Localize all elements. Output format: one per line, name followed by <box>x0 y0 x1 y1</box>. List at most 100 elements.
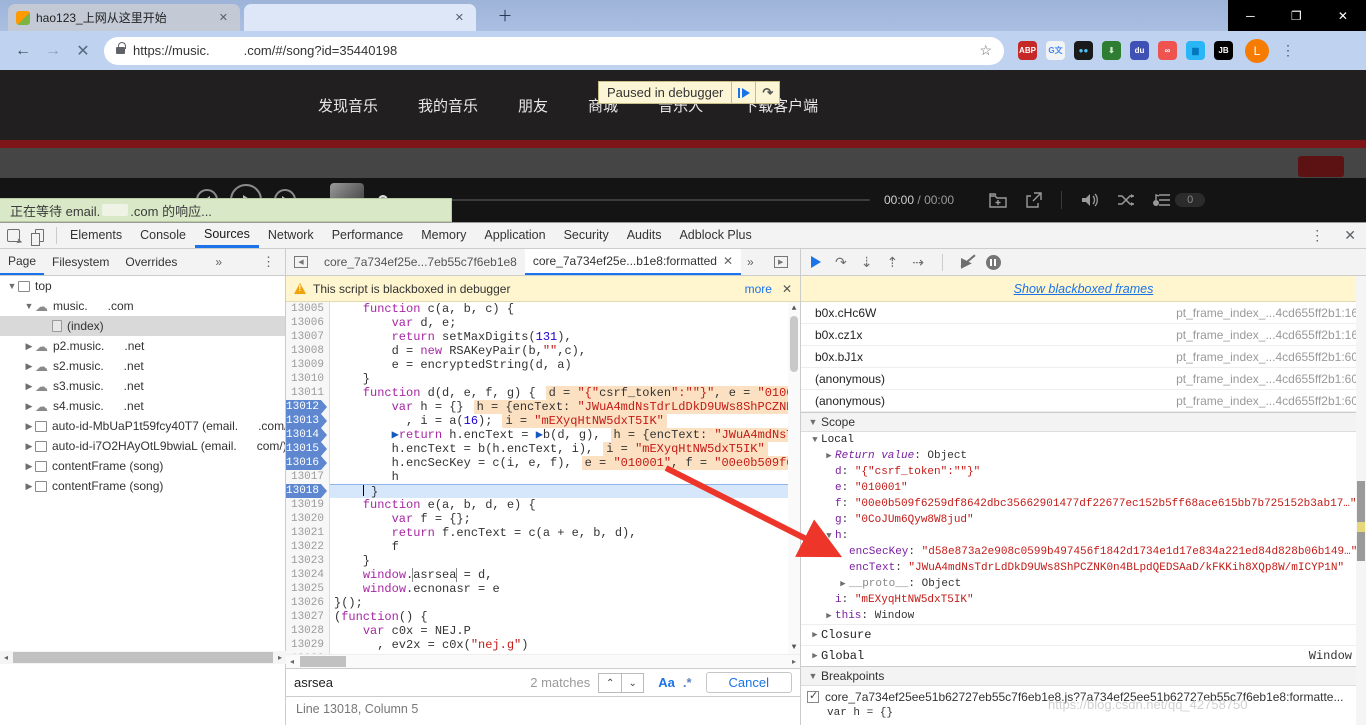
tree-item[interactable]: ▶auto-id-MbUaP1t59fcy40T7 (email. .com/ <box>0 416 285 436</box>
line-number[interactable]: 13009 <box>286 358 330 372</box>
browser-tab-hao123[interactable]: hao123_上网从这里开始 ✕ <box>8 4 240 31</box>
tree-item[interactable]: ▶auto-id-i7O2HAyOtL9bwiaL (email. com/) <box>0 436 285 456</box>
site-nav-item[interactable]: 发现音乐 <box>318 95 378 116</box>
line-number[interactable]: 13010 <box>286 372 330 386</box>
tree-item[interactable]: ▶☁s2.music. .net <box>0 356 285 376</box>
editor-tab-source[interactable]: core_7a734ef25e...7eb55c7f6eb1e8 <box>316 249 525 275</box>
line-number[interactable]: 13020 <box>286 512 330 526</box>
panel-tab-memory[interactable]: Memory <box>412 223 475 248</box>
line-number[interactable]: 13029 <box>286 638 330 652</box>
panel-tab-adblock-plus[interactable]: Adblock Plus <box>670 223 760 248</box>
panel-tab-audits[interactable]: Audits <box>618 223 671 248</box>
step-out-button[interactable]: ⇡ <box>886 254 898 271</box>
more-tabs-icon[interactable]: » <box>741 255 760 269</box>
stack-frame[interactable]: (anonymous)pt_frame_index_...4cd655ff2b1… <box>801 368 1366 390</box>
editor-hscrollbar[interactable]: ◂ ▸ <box>286 654 800 668</box>
navigator-menu-icon[interactable]: ⋮ <box>252 254 285 270</box>
show-panel-icon[interactable]: ▶ <box>774 256 788 268</box>
scroll-left-icon[interactable]: ◂ <box>0 653 12 662</box>
scroll-right-icon[interactable]: ▸ <box>274 653 286 662</box>
scope-row-e[interactable]: e: "010001" <box>801 480 1366 496</box>
code-line-13022[interactable]: 13022 f <box>286 540 800 554</box>
code-line-13010[interactable]: 13010 } <box>286 372 800 386</box>
scope-row-d[interactable]: d: "{"csrf_token":""}" <box>801 464 1366 480</box>
tree-item[interactable]: ▶contentFrame (song) <box>0 456 285 476</box>
minimize-icon[interactable]: ─ <box>1246 9 1255 23</box>
scrollbar-thumb[interactable] <box>13 652 273 663</box>
back-button[interactable]: ← <box>8 42 38 60</box>
code-line-13020[interactable]: 13020 var f = {}; <box>286 512 800 526</box>
forward-button[interactable]: → <box>38 42 68 60</box>
more-tabs-icon[interactable]: » <box>209 255 228 269</box>
scope-row-i[interactable]: i: "mEXyqHtNW5dxT5IK" <box>801 592 1366 608</box>
code-line-13028[interactable]: 13028 var c0x = NEJ.P <box>286 624 800 638</box>
navigator-tab-page[interactable]: Page <box>0 249 44 275</box>
hide-navigator-icon[interactable]: ◀ <box>294 256 308 268</box>
previous-match-button[interactable]: ⌃ <box>599 674 621 692</box>
line-number[interactable]: 13019 <box>286 498 330 512</box>
code-line-13005[interactable]: 13005 function c(a, b, c) { <box>286 302 800 316</box>
line-number[interactable]: 13027 <box>286 610 330 624</box>
show-blackboxed-frames-link[interactable]: Show blackboxed frames <box>1014 282 1154 296</box>
scope-section-header[interactable]: ▼ Scope <box>801 412 1366 432</box>
tree-item[interactable]: ▶☁p2.music. .net <box>0 336 285 356</box>
line-number[interactable]: 13026 <box>286 596 330 610</box>
line-number[interactable]: 13021 <box>286 526 330 540</box>
panel-tab-console[interactable]: Console <box>131 223 195 248</box>
code-line-13009[interactable]: 13009 e = encryptedString(d, a) <box>286 358 800 372</box>
breakpoint-flag[interactable]: 13018 <box>286 484 330 498</box>
cancel-button[interactable]: Cancel <box>706 672 792 693</box>
scroll-left-icon[interactable]: ◂ <box>286 657 298 666</box>
scroll-down-icon[interactable]: ▼ <box>788 643 800 652</box>
bookmark-star-icon[interactable]: ☆ <box>979 42 992 59</box>
banner-close-icon[interactable]: ✕ <box>782 282 792 296</box>
scope-row-this[interactable]: ▶this: Window <box>801 608 1366 624</box>
code-line-13027[interactable]: 13027(function() { <box>286 610 800 624</box>
breakpoint-checkbox[interactable] <box>807 691 819 703</box>
breakpoint-flag[interactable]: 13012 <box>286 400 330 414</box>
scrollbar-thumb[interactable] <box>790 316 798 372</box>
line-number[interactable]: 13030 <box>286 652 330 654</box>
tab-close-icon[interactable]: ✕ <box>215 9 232 26</box>
code-line-13017[interactable]: 13017 h <box>286 470 800 484</box>
scrollbar-thumb[interactable] <box>300 656 346 667</box>
stack-frame[interactable]: b0x.cHc6Wpt_frame_index_...4cd655ff2b1:1… <box>801 302 1366 324</box>
add-to-playlist-icon[interactable] <box>989 192 1007 208</box>
scroll-up-icon[interactable]: ▲ <box>788 304 800 313</box>
line-number[interactable]: 13008 <box>286 344 330 358</box>
close-icon[interactable]: ✕ <box>1338 9 1348 23</box>
stack-frame[interactable]: b0x.cz1xpt_frame_index_...4cd655ff2b1:16 <box>801 324 1366 346</box>
navigator-tab-overrides[interactable]: Overrides <box>117 249 185 275</box>
code-line-13025[interactable]: 13025 window.ecnonasr = e <box>286 582 800 596</box>
scope-row-f[interactable]: f: "00e0b509f6259df8642dbc35662901477df2… <box>801 496 1366 512</box>
line-number[interactable]: 13028 <box>286 624 330 638</box>
shuffle-icon[interactable] <box>1117 193 1135 207</box>
tree-item[interactable]: ▼top <box>0 276 285 296</box>
baidu-extension-icon[interactable]: du <box>1130 41 1149 60</box>
more-link[interactable]: more <box>745 282 772 296</box>
step-button[interactable]: ⇢ <box>912 254 924 271</box>
breakpoint-flag[interactable]: 13015 <box>286 442 330 456</box>
step-into-button[interactable]: ⇣ <box>861 254 873 271</box>
code-line-13016[interactable]: 13016 h.encSecKey = c(i, e, f),e = "0100… <box>286 456 800 470</box>
line-number[interactable]: 13025 <box>286 582 330 596</box>
idm-extension-icon[interactable]: ⬇ <box>1102 41 1121 60</box>
panel-tab-network[interactable]: Network <box>259 223 323 248</box>
line-number[interactable]: 13007 <box>286 330 330 344</box>
resume-script-button[interactable] <box>731 82 755 103</box>
line-number[interactable]: 13024 <box>286 568 330 582</box>
devtools-close-icon[interactable]: ✕ <box>1334 227 1366 244</box>
tampermonkey-extension-icon[interactable]: ●● <box>1074 41 1093 60</box>
jetbrains-extension-icon[interactable]: JB <box>1214 41 1233 60</box>
address-bar[interactable]: https://music. .com/#/song?id=35440198 ☆ <box>104 37 1004 65</box>
scope-row-enctext[interactable]: encText: "JWuA4mdNsTdrLdDkD9UWs8ShPCZNK0… <box>801 560 1366 576</box>
code-line-13015[interactable]: 13015 h.encText = b(h.encText, i),i = "m… <box>286 442 800 456</box>
editor-vscrollbar[interactable]: ▲ ▼ <box>788 302 800 654</box>
line-number[interactable]: 13005 <box>286 302 330 316</box>
new-tab-button[interactable]: ＋ <box>492 8 518 26</box>
panel-tab-elements[interactable]: Elements <box>61 223 131 248</box>
panel-tab-sources[interactable]: Sources <box>195 223 259 248</box>
scope-row-return-value[interactable]: ▶Return value: Object <box>801 448 1366 464</box>
line-number[interactable]: 13006 <box>286 316 330 330</box>
case-sensitive-button[interactable]: Aa <box>658 675 675 690</box>
